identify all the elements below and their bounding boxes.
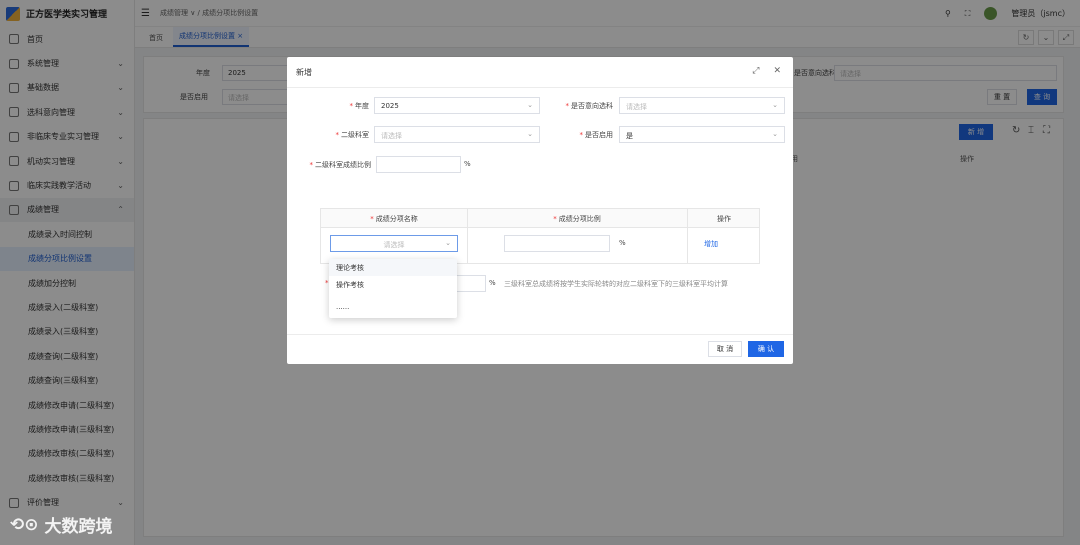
chevron-down-icon: ⌄ bbox=[445, 239, 451, 247]
score-items-table: * 成绩分项名称 * 成绩分项比例 操作 请选择 ⌄ % 增加 bbox=[320, 208, 760, 264]
intent-select[interactable]: 请选择 ⌄ bbox=[619, 97, 785, 114]
item-name-select[interactable]: 请选择 ⌄ bbox=[330, 235, 458, 252]
required-mark: * bbox=[553, 215, 557, 223]
ratio-field-label: * 二级科室成绩比例 bbox=[309, 161, 372, 169]
dept2-select[interactable]: 请选择 ⌄ bbox=[374, 126, 540, 143]
column-header-ratio: * 成绩分项比例 bbox=[553, 215, 601, 223]
maximize-icon[interactable]: ⤢ bbox=[752, 66, 759, 76]
percent-unit: % bbox=[489, 279, 496, 287]
dropdown-option[interactable]: 操作考核 bbox=[329, 276, 457, 293]
required-mark: * bbox=[565, 102, 570, 110]
required-mark: * bbox=[309, 161, 314, 169]
intent-field-label: * 是否意向选科 bbox=[565, 102, 614, 110]
dialog-footer-divider bbox=[287, 334, 793, 335]
chevron-down-icon: ⌄ bbox=[527, 130, 533, 138]
watermark-logo-icon: ⟲⊙ bbox=[10, 514, 39, 535]
year-field-label: * 年度 bbox=[349, 102, 370, 110]
dialog-window-actions: ⤢ ✕ bbox=[752, 66, 781, 76]
column-header-name: * 成绩分项名称 bbox=[370, 215, 418, 223]
chevron-down-icon: ⌄ bbox=[772, 101, 778, 109]
year-select[interactable]: 2025 ⌄ bbox=[374, 97, 540, 114]
dialog-divider bbox=[287, 87, 793, 88]
required-mark: * bbox=[349, 102, 354, 110]
item-ratio-input[interactable] bbox=[504, 235, 610, 252]
dialog-title: 新增 bbox=[296, 68, 312, 77]
cancel-button[interactable]: 取 消 bbox=[708, 341, 742, 357]
required-mark: * bbox=[325, 279, 329, 287]
column-header-op: 操作 bbox=[717, 215, 731, 223]
confirm-button[interactable]: 确 认 bbox=[748, 341, 784, 357]
dept2-ratio-input[interactable] bbox=[376, 156, 461, 173]
percent-unit: % bbox=[619, 239, 626, 247]
required-mark: * bbox=[370, 215, 374, 223]
dropdown-option[interactable]: 理论考核 bbox=[329, 259, 457, 276]
enabled-field-label: * 是否启用 bbox=[579, 131, 614, 139]
enabled-select[interactable]: 是 ⌄ bbox=[619, 126, 785, 143]
add-row-link[interactable]: 增加 bbox=[704, 239, 718, 249]
dropdown-option[interactable]: ...... bbox=[329, 299, 457, 316]
percent-unit: % bbox=[464, 160, 471, 168]
watermark: ⟲⊙ 大数跨境 bbox=[10, 514, 113, 538]
dept2-field-label: * 二级科室 bbox=[335, 131, 370, 139]
chevron-down-icon: ⌄ bbox=[527, 101, 533, 109]
required-mark: * bbox=[335, 131, 340, 139]
chevron-down-icon: ⌄ bbox=[772, 130, 778, 138]
close-icon[interactable]: ✕ bbox=[773, 66, 781, 76]
item-name-dropdown: 理论考核 操作考核 ...... bbox=[329, 259, 457, 318]
dept3-hint: 三级科室总成绩将按学生实际轮转的对应二级科室下的三级科室平均计算 bbox=[504, 280, 728, 288]
required-mark: * bbox=[579, 131, 584, 139]
